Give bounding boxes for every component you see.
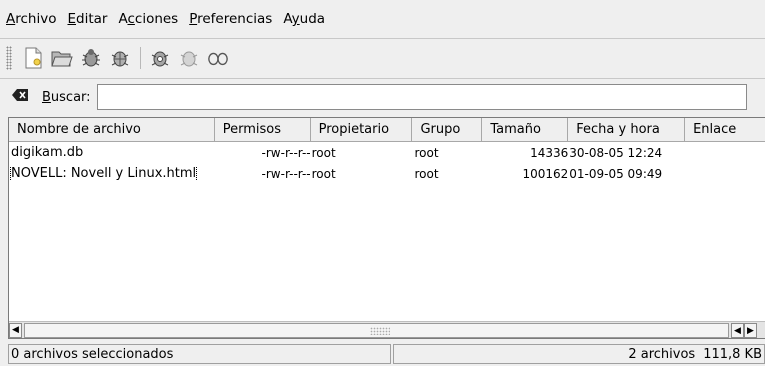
search-bar: Buscar: xyxy=(0,80,765,114)
file-size: 14336 xyxy=(530,145,569,160)
file-size: 100162 xyxy=(522,166,569,181)
bug-disabled-icon[interactable] xyxy=(178,47,200,69)
status-bar: 0 archivos seleccionados 2 archivos 111,… xyxy=(8,342,765,366)
menu-ayuda[interactable]: Ayuda xyxy=(283,11,325,27)
menu-editar[interactable]: Editar xyxy=(67,11,107,27)
column-tamano[interactable]: Tamaño xyxy=(482,118,569,141)
horizontal-scrollbar[interactable]: ◀ ◀ ▶ xyxy=(9,321,765,338)
list-header: Nombre de archivo Permisos Propietario G… xyxy=(9,118,765,142)
scroll-thumb[interactable] xyxy=(24,323,729,338)
column-permisos[interactable]: Permisos xyxy=(215,118,311,141)
clear-search-icon[interactable] xyxy=(12,89,28,105)
column-propietario[interactable]: Propietario xyxy=(311,118,413,141)
scroll-thumb-grip xyxy=(370,327,390,335)
column-nombre[interactable]: Nombre de archivo xyxy=(9,118,215,141)
toolbar-separator xyxy=(140,47,141,69)
file-owner: root xyxy=(311,145,336,160)
column-enlace[interactable]: Enlace xyxy=(685,118,765,141)
bug-settings-icon[interactable] xyxy=(149,47,171,69)
table-row[interactable]: digikam.db -rw-r--r-- root root 14336 30… xyxy=(9,142,765,163)
toolbar xyxy=(0,40,765,76)
file-name: digikam.db xyxy=(11,145,84,160)
file-permissions: -rw-r--r-- xyxy=(261,145,311,160)
file-date: 30-08-05 12:24 xyxy=(569,145,663,160)
toolbar-separator-line xyxy=(0,78,765,79)
scroll-right-button[interactable]: ▶ xyxy=(744,323,757,338)
search-label: Buscar: xyxy=(42,89,91,105)
file-name: NOVELL: Novell y Linux.html xyxy=(9,166,198,181)
open-folder-icon[interactable] xyxy=(51,47,73,69)
menu-bar: Archivo Editar Acciones Preferencias Ayu… xyxy=(0,0,765,38)
selection-status: 0 archivos seleccionados xyxy=(8,344,391,364)
file-count-status: 2 archivos 111,8 KB xyxy=(393,344,765,364)
menu-preferencias[interactable]: Preferencias xyxy=(189,11,272,27)
file-group: root xyxy=(414,145,439,160)
bug-alt-icon[interactable] xyxy=(109,47,131,69)
new-file-icon[interactable] xyxy=(22,47,44,69)
menu-acciones[interactable]: Acciones xyxy=(118,11,178,27)
menu-separator xyxy=(0,38,765,39)
total-size: 111,8 KB xyxy=(703,346,762,362)
scroll-left-button-end[interactable]: ◀ xyxy=(731,323,744,338)
file-list[interactable]: Nombre de archivo Permisos Propietario G… xyxy=(8,117,765,339)
column-fecha[interactable]: Fecha y hora xyxy=(568,118,686,141)
search-input[interactable] xyxy=(96,84,747,110)
glasses-icon[interactable] xyxy=(207,47,229,69)
file-group: root xyxy=(414,166,439,181)
file-owner: root xyxy=(311,166,336,181)
file-permissions: -rw-r--r-- xyxy=(261,166,311,181)
menu-archivo[interactable]: Archivo xyxy=(6,11,56,27)
file-count: 2 archivos xyxy=(628,346,696,362)
bug-icon[interactable] xyxy=(80,47,102,69)
file-date: 01-09-05 09:49 xyxy=(569,166,663,181)
toolbar-grip[interactable] xyxy=(6,46,12,70)
table-row[interactable]: NOVELL: Novell y Linux.html -rw-r--r-- r… xyxy=(9,163,765,184)
scroll-left-button[interactable]: ◀ xyxy=(9,322,22,338)
column-grupo[interactable]: Grupo xyxy=(412,118,483,141)
